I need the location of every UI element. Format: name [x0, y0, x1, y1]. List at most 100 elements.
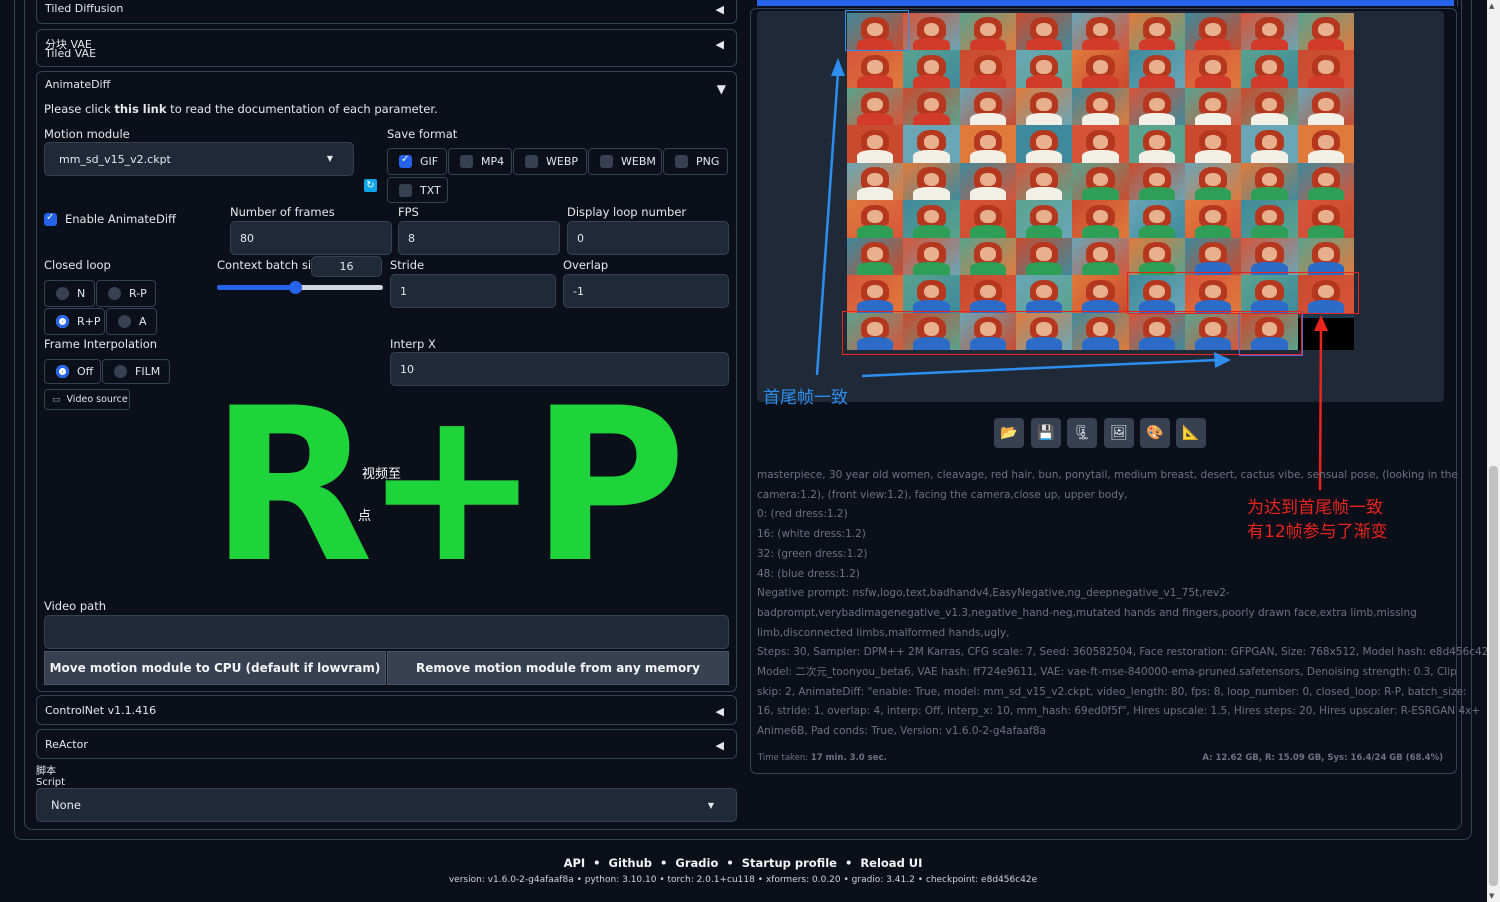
closed-loop-n-radio[interactable]: N — [44, 280, 95, 307]
info-line: skip: 2, AnimateDiff: "enable: True, mod… — [757, 685, 1467, 698]
doc-link[interactable]: this link — [114, 102, 166, 116]
dropdown-arrow-icon: ▼ — [707, 801, 714, 810]
time-taken-value: 17 min. 3.0 sec. — [810, 753, 887, 763]
closed-loop-a-radio[interactable]: A — [106, 308, 157, 335]
accordion-title[interactable]: AnimateDiff — [45, 78, 110, 91]
slider-fill — [217, 285, 296, 290]
zip-icon[interactable]: 🗜 — [1067, 418, 1097, 448]
fps-input[interactable]: 8 — [398, 221, 560, 255]
script-label: 脚本 Script — [36, 766, 65, 788]
progress-bar-edge — [1457, 0, 1458, 6]
footer-link[interactable]: Reload UI — [860, 856, 922, 870]
video-path-input[interactable] — [44, 615, 729, 649]
stride-label: Stride — [390, 258, 425, 272]
info-line: 16, stride: 1, overlap: 4, interp: Off, … — [757, 705, 1481, 718]
triangle-ruler-icon[interactable]: 📐 — [1176, 418, 1206, 448]
image-icon[interactable]: 🖼 — [1104, 418, 1134, 448]
format-label: WEBP — [546, 155, 579, 168]
radio-label: R-P — [129, 287, 147, 300]
scroll-up-arrow-icon[interactable]: ▲ — [1489, 2, 1494, 10]
frame-interp-label: Frame Interpolation — [44, 337, 158, 351]
footer-link[interactable]: API — [564, 856, 586, 870]
closed-loop-r-plus-p-radio[interactable]: R+P — [44, 308, 105, 335]
save-icon[interactable]: 💾 — [1031, 418, 1061, 448]
format-png-checkbox[interactable]: PNG — [663, 148, 728, 175]
footer-separator: • — [652, 856, 676, 870]
motion-module-label: Motion module — [44, 127, 130, 141]
loop-input[interactable]: 0 — [567, 221, 729, 255]
context-batch-slider[interactable] — [217, 281, 383, 294]
video-camera-icon: ▭ — [52, 394, 61, 405]
format-txt-checkbox[interactable]: TXT — [387, 177, 448, 203]
memory-usage: A: 12.62 GB, R: 15.09 GB, Sys: 16.4/24 G… — [1202, 753, 1443, 763]
info-line: masterpiece, 30 year old women, cleavage… — [757, 469, 1458, 481]
info-line: badprompt,verybadimagenegative_v1.3,nega… — [757, 606, 1417, 619]
move-to-cpu-button[interactable]: Move motion module to CPU (default if lo… — [44, 651, 386, 685]
footer-links: API • Github • Gradio • Startup profile … — [0, 856, 1486, 870]
scroll-down-arrow-icon[interactable]: ▼ — [1489, 892, 1494, 900]
context-batch-label: Context batch size — [217, 258, 325, 272]
slider-thumb[interactable] — [289, 281, 303, 294]
refresh-icon[interactable]: ↻ — [364, 179, 377, 192]
collapse-triangle-icon[interactable]: ◀ — [716, 705, 724, 718]
radio-icon — [56, 287, 69, 300]
radio-icon — [114, 365, 127, 378]
collapse-triangle-icon[interactable]: ◀ — [716, 739, 724, 752]
footer-separator: • — [836, 856, 861, 870]
radio-label: N — [77, 287, 86, 300]
palette-icon[interactable]: 🎨 — [1140, 418, 1170, 448]
context-batch-input[interactable]: 16 — [311, 256, 382, 277]
footer-link[interactable]: Github — [609, 856, 652, 870]
footer-separator: • — [585, 856, 609, 870]
accordion-tiled-vae[interactable]: 分块 VAE Tiled VAE ◀ — [36, 29, 737, 67]
format-mp4-checkbox[interactable]: MP4 — [448, 148, 512, 175]
info-line: 32: (green dress:1.2) — [757, 547, 868, 560]
collapse-triangle-icon[interactable]: ◀ — [716, 38, 724, 51]
expand-triangle-icon[interactable]: ▼ — [717, 82, 726, 96]
video-source-tab[interactable]: ▭ Video source — [44, 389, 130, 410]
accordion-controlnet[interactable]: ControlNet v1.1.416 ◀ — [36, 695, 737, 725]
format-webp-checkbox[interactable]: WEBP — [513, 148, 587, 175]
format-webm-checkbox[interactable]: WEBM — [588, 148, 662, 175]
footer-version: version: v1.6.0-2-g4afaaf8a • python: 3.… — [448, 875, 1038, 885]
doc-text: Please click this link to read the docum… — [44, 102, 438, 116]
script-value: None — [51, 798, 82, 812]
accordion-reactor[interactable]: ReActor ◀ — [36, 729, 737, 759]
overlap-label: Overlap — [563, 258, 609, 272]
info-line: Negative prompt: nsfw,logo,text,badhandv… — [757, 587, 1230, 600]
doc-text-suffix: to read the documentation of each parame… — [166, 102, 438, 116]
folder-icon[interactable]: 📂 — [994, 418, 1024, 448]
format-label: GIF — [420, 155, 439, 168]
interp-x-label: Interp X — [390, 337, 436, 351]
script-dropdown[interactable]: None ▼ — [36, 788, 737, 822]
format-gif-checkbox[interactable]: GIF — [387, 148, 447, 175]
interp-film-radio[interactable]: FILM — [102, 359, 170, 384]
generation-info: masterpiece, 30 year old women, cleavage… — [757, 466, 1498, 742]
remove-module-button[interactable]: Remove motion module from any memory — [387, 651, 729, 685]
frames-input[interactable]: 80 — [230, 221, 392, 255]
scrollbar-thumb[interactable] — [1489, 466, 1498, 886]
motion-module-dropdown[interactable]: mm_sd_v15_v2.ckpt ▼ — [44, 142, 354, 176]
footer-link[interactable]: Startup profile — [742, 856, 837, 870]
collapse-triangle-icon[interactable]: ◀ — [716, 3, 724, 16]
checkbox-checked-icon — [44, 212, 57, 226]
accordion-tiled-diffusion[interactable]: Tiled Diffusion ◀ — [36, 0, 737, 24]
overlap-input[interactable]: -1 — [563, 274, 729, 308]
radio-checked-icon — [56, 365, 69, 378]
interp-off-radio[interactable]: Off — [44, 359, 101, 384]
stride-input[interactable]: 1 — [390, 274, 556, 308]
loop-label: Display loop number — [567, 205, 687, 219]
annotation-blue-text: 首尾帧一致 — [763, 388, 848, 408]
accordion-title: ReActor — [45, 738, 88, 751]
dropdown-arrow-icon: ▼ — [326, 154, 333, 163]
info-line: limb,disconnected limbs,malformed hands,… — [757, 626, 1010, 639]
closed-loop-rp-radio[interactable]: R-P — [96, 280, 156, 307]
enable-animatediff-checkbox[interactable]: Enable AnimateDiff — [44, 212, 176, 226]
info-line: 16: (white dress:1.2) — [757, 528, 866, 541]
closed-loop-label: Closed loop — [44, 258, 111, 272]
checkbox-icon — [525, 155, 538, 168]
radio-label: R+P — [77, 315, 101, 328]
footer-link[interactable]: Gradio — [675, 856, 718, 870]
save-format-label: Save format — [387, 127, 458, 141]
frames-label: Number of frames — [230, 205, 335, 219]
